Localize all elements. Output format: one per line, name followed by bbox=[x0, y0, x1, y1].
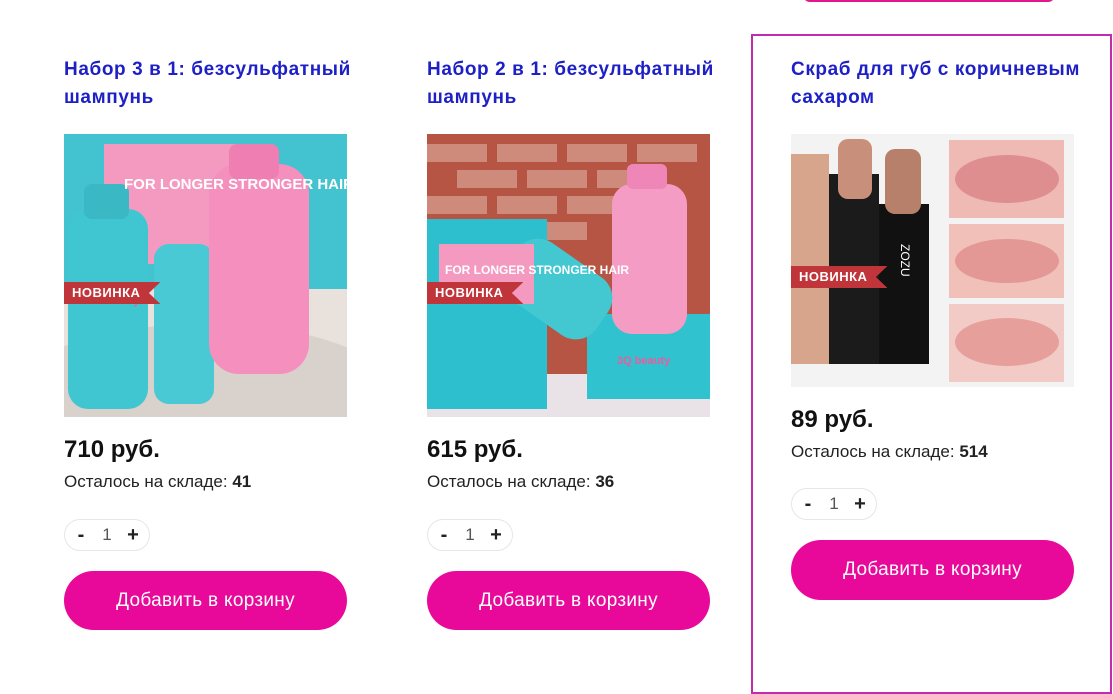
product-title[interactable]: Набор 3 в 1: безсульфатный шампунь bbox=[64, 56, 364, 112]
add-to-cart-button[interactable]: Добавить в корзину bbox=[427, 571, 710, 630]
product-title[interactable]: Скраб для губ с коричневым сахаром bbox=[791, 56, 1091, 112]
qty-minus-button[interactable]: - bbox=[800, 493, 816, 516]
stock-info: Осталось на складе: 36 bbox=[427, 472, 614, 492]
product-price: 615 руб. bbox=[427, 436, 523, 463]
hair-headline-text: FOR LONGER STRONGER HAIR bbox=[445, 263, 629, 277]
add-to-cart-button[interactable]: Добавить в корзину bbox=[64, 571, 347, 630]
qty-plus-button[interactable]: + bbox=[125, 524, 141, 547]
qty-minus-button[interactable]: - bbox=[436, 524, 452, 547]
hair-headline-text: FOR LONGER STRONGER HAIR bbox=[124, 176, 347, 193]
stock-info: Осталось на складе: 41 bbox=[64, 472, 251, 492]
brand-text: 3Q beauty bbox=[617, 355, 671, 367]
top-button-edge[interactable] bbox=[803, 0, 1055, 2]
brand-text: ZOZU bbox=[898, 244, 912, 277]
product-card-selected: Скраб для губ с коричневым сахаром ZOZU … bbox=[751, 34, 1112, 694]
quantity-stepper: - 1 + bbox=[427, 519, 513, 551]
stock-value: 36 bbox=[595, 472, 615, 491]
product-price: 710 руб. bbox=[64, 436, 160, 463]
qty-value[interactable]: 1 bbox=[102, 525, 111, 545]
qty-minus-button[interactable]: - bbox=[73, 524, 89, 547]
product-image[interactable]: ZOZU bbox=[791, 134, 1074, 387]
product-image[interactable]: FOR LONGER STRONGER HAIR beauty bbox=[64, 134, 347, 417]
qty-value[interactable]: 1 bbox=[465, 525, 474, 545]
new-badge: НОВИНКА bbox=[427, 282, 524, 304]
stock-label: Осталось на складе: bbox=[64, 472, 228, 491]
product-image[interactable]: FOR LONGER STRONGER HAIR 3Q beauty bbox=[427, 134, 710, 417]
stock-label: Осталось на складе: bbox=[791, 442, 955, 461]
add-to-cart-button[interactable]: Добавить в корзину bbox=[791, 540, 1074, 600]
quantity-stepper: - 1 + bbox=[64, 519, 150, 551]
stock-value: 514 bbox=[959, 442, 988, 461]
qty-plus-button[interactable]: + bbox=[488, 524, 504, 547]
new-badge: НОВИНКА bbox=[791, 266, 888, 288]
qty-plus-button[interactable]: + bbox=[852, 493, 868, 516]
stock-value: 41 bbox=[232, 472, 252, 491]
stock-label: Осталось на складе: bbox=[427, 472, 591, 491]
stock-info: Осталось на складе: 514 bbox=[791, 442, 988, 462]
quantity-stepper: - 1 + bbox=[791, 488, 877, 520]
product-price: 89 руб. bbox=[791, 406, 874, 433]
product-title[interactable]: Набор 2 в 1: безсульфатный шампунь bbox=[427, 56, 727, 112]
qty-value[interactable]: 1 bbox=[829, 494, 838, 514]
new-badge: НОВИНКА bbox=[64, 282, 161, 304]
